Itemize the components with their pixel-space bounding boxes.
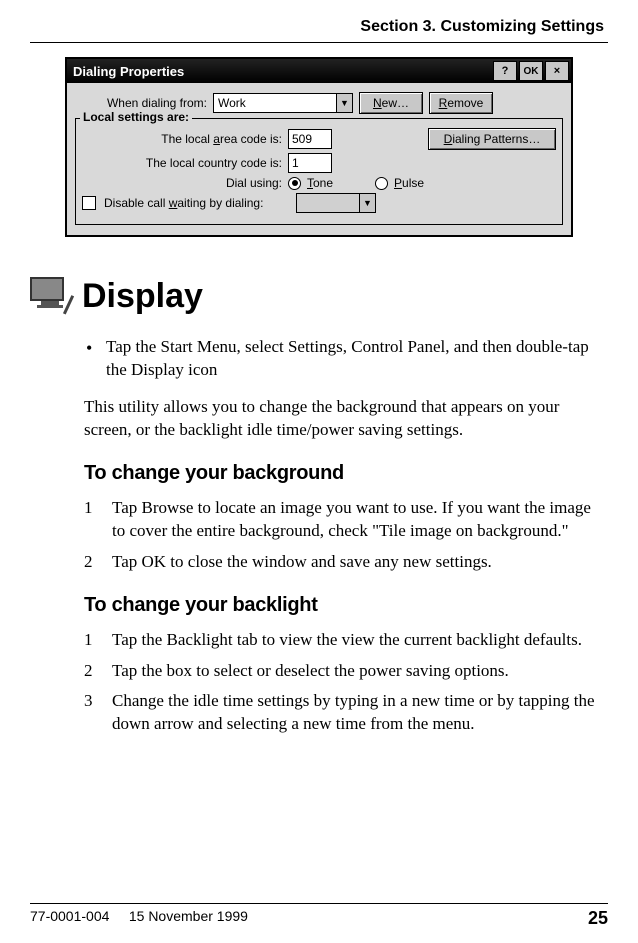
dialing-patterns-button[interactable]: Dialing Patterns… [428, 128, 556, 150]
section-title: Section 3. Customizing Settings [360, 18, 604, 35]
page-number: 25 [588, 908, 608, 929]
new-button[interactable]: New… [359, 92, 423, 114]
doc-number: 77-0001-004 [30, 908, 109, 924]
list-item: 2Tap the box to select or deselect the p… [84, 660, 608, 683]
page-header: Section 3. Customizing Settings [30, 0, 608, 43]
list-item: 1Tap Browse to locate an image you want … [84, 497, 608, 543]
dial-using-label: Dial using: [82, 176, 282, 190]
country-code-input[interactable]: 1 [288, 153, 332, 173]
body-content: Tap the Start Menu, select Settings, Con… [84, 336, 608, 736]
tone-label: Tone [307, 176, 333, 190]
close-button[interactable]: × [545, 61, 569, 81]
intro-bullet: Tap the Start Menu, select Settings, Con… [84, 336, 608, 382]
dialog-titlebar: Dialing Properties ? OK × [67, 59, 571, 83]
area-code-input[interactable]: 509 [288, 129, 332, 149]
disable-call-waiting-checkbox[interactable] [82, 196, 96, 210]
area-code-label: The local area code is: [82, 132, 282, 146]
tone-radio[interactable] [288, 177, 301, 190]
display-heading: Display [82, 277, 203, 316]
ok-button[interactable]: OK [519, 61, 543, 81]
pulse-label: Pulse [394, 176, 424, 190]
help-button[interactable]: ? [493, 61, 517, 81]
subheading-backlight: To change your backlight [84, 592, 608, 619]
list-item: 2Tap OK to close the window and save any… [84, 551, 608, 574]
country-code-label: The local country code is: [82, 156, 282, 170]
local-settings-fieldset: Local settings are: The local area code … [75, 118, 563, 225]
remove-button[interactable]: Remove [429, 92, 493, 114]
disable-waiting-combo[interactable]: ▼ [296, 193, 376, 213]
pulse-radio[interactable] [375, 177, 388, 190]
intro-paragraph: This utility allows you to change the ba… [84, 396, 608, 442]
list-item: 1Tap the Backlight tab to view the view … [84, 629, 608, 652]
dialog-title: Dialing Properties [73, 64, 184, 79]
when-dialing-combo[interactable]: Work ▼ [213, 93, 353, 113]
list-item: 3Change the idle time settings by typing… [84, 690, 608, 736]
chevron-down-icon[interactable]: ▼ [359, 194, 375, 212]
chevron-down-icon[interactable]: ▼ [336, 94, 352, 112]
when-dialing-label: When dialing from: [75, 96, 207, 110]
dialing-properties-dialog: Dialing Properties ? OK × When dialing f… [65, 57, 573, 237]
doc-date: 15 November 1999 [129, 908, 248, 924]
display-icon [30, 277, 70, 313]
page-footer: 77-0001-004 15 November 1999 25 [30, 903, 608, 929]
subheading-background: To change your background [84, 460, 608, 487]
fieldset-legend: Local settings are: [80, 110, 192, 124]
disable-waiting-label: Disable call waiting by dialing: [102, 196, 290, 210]
